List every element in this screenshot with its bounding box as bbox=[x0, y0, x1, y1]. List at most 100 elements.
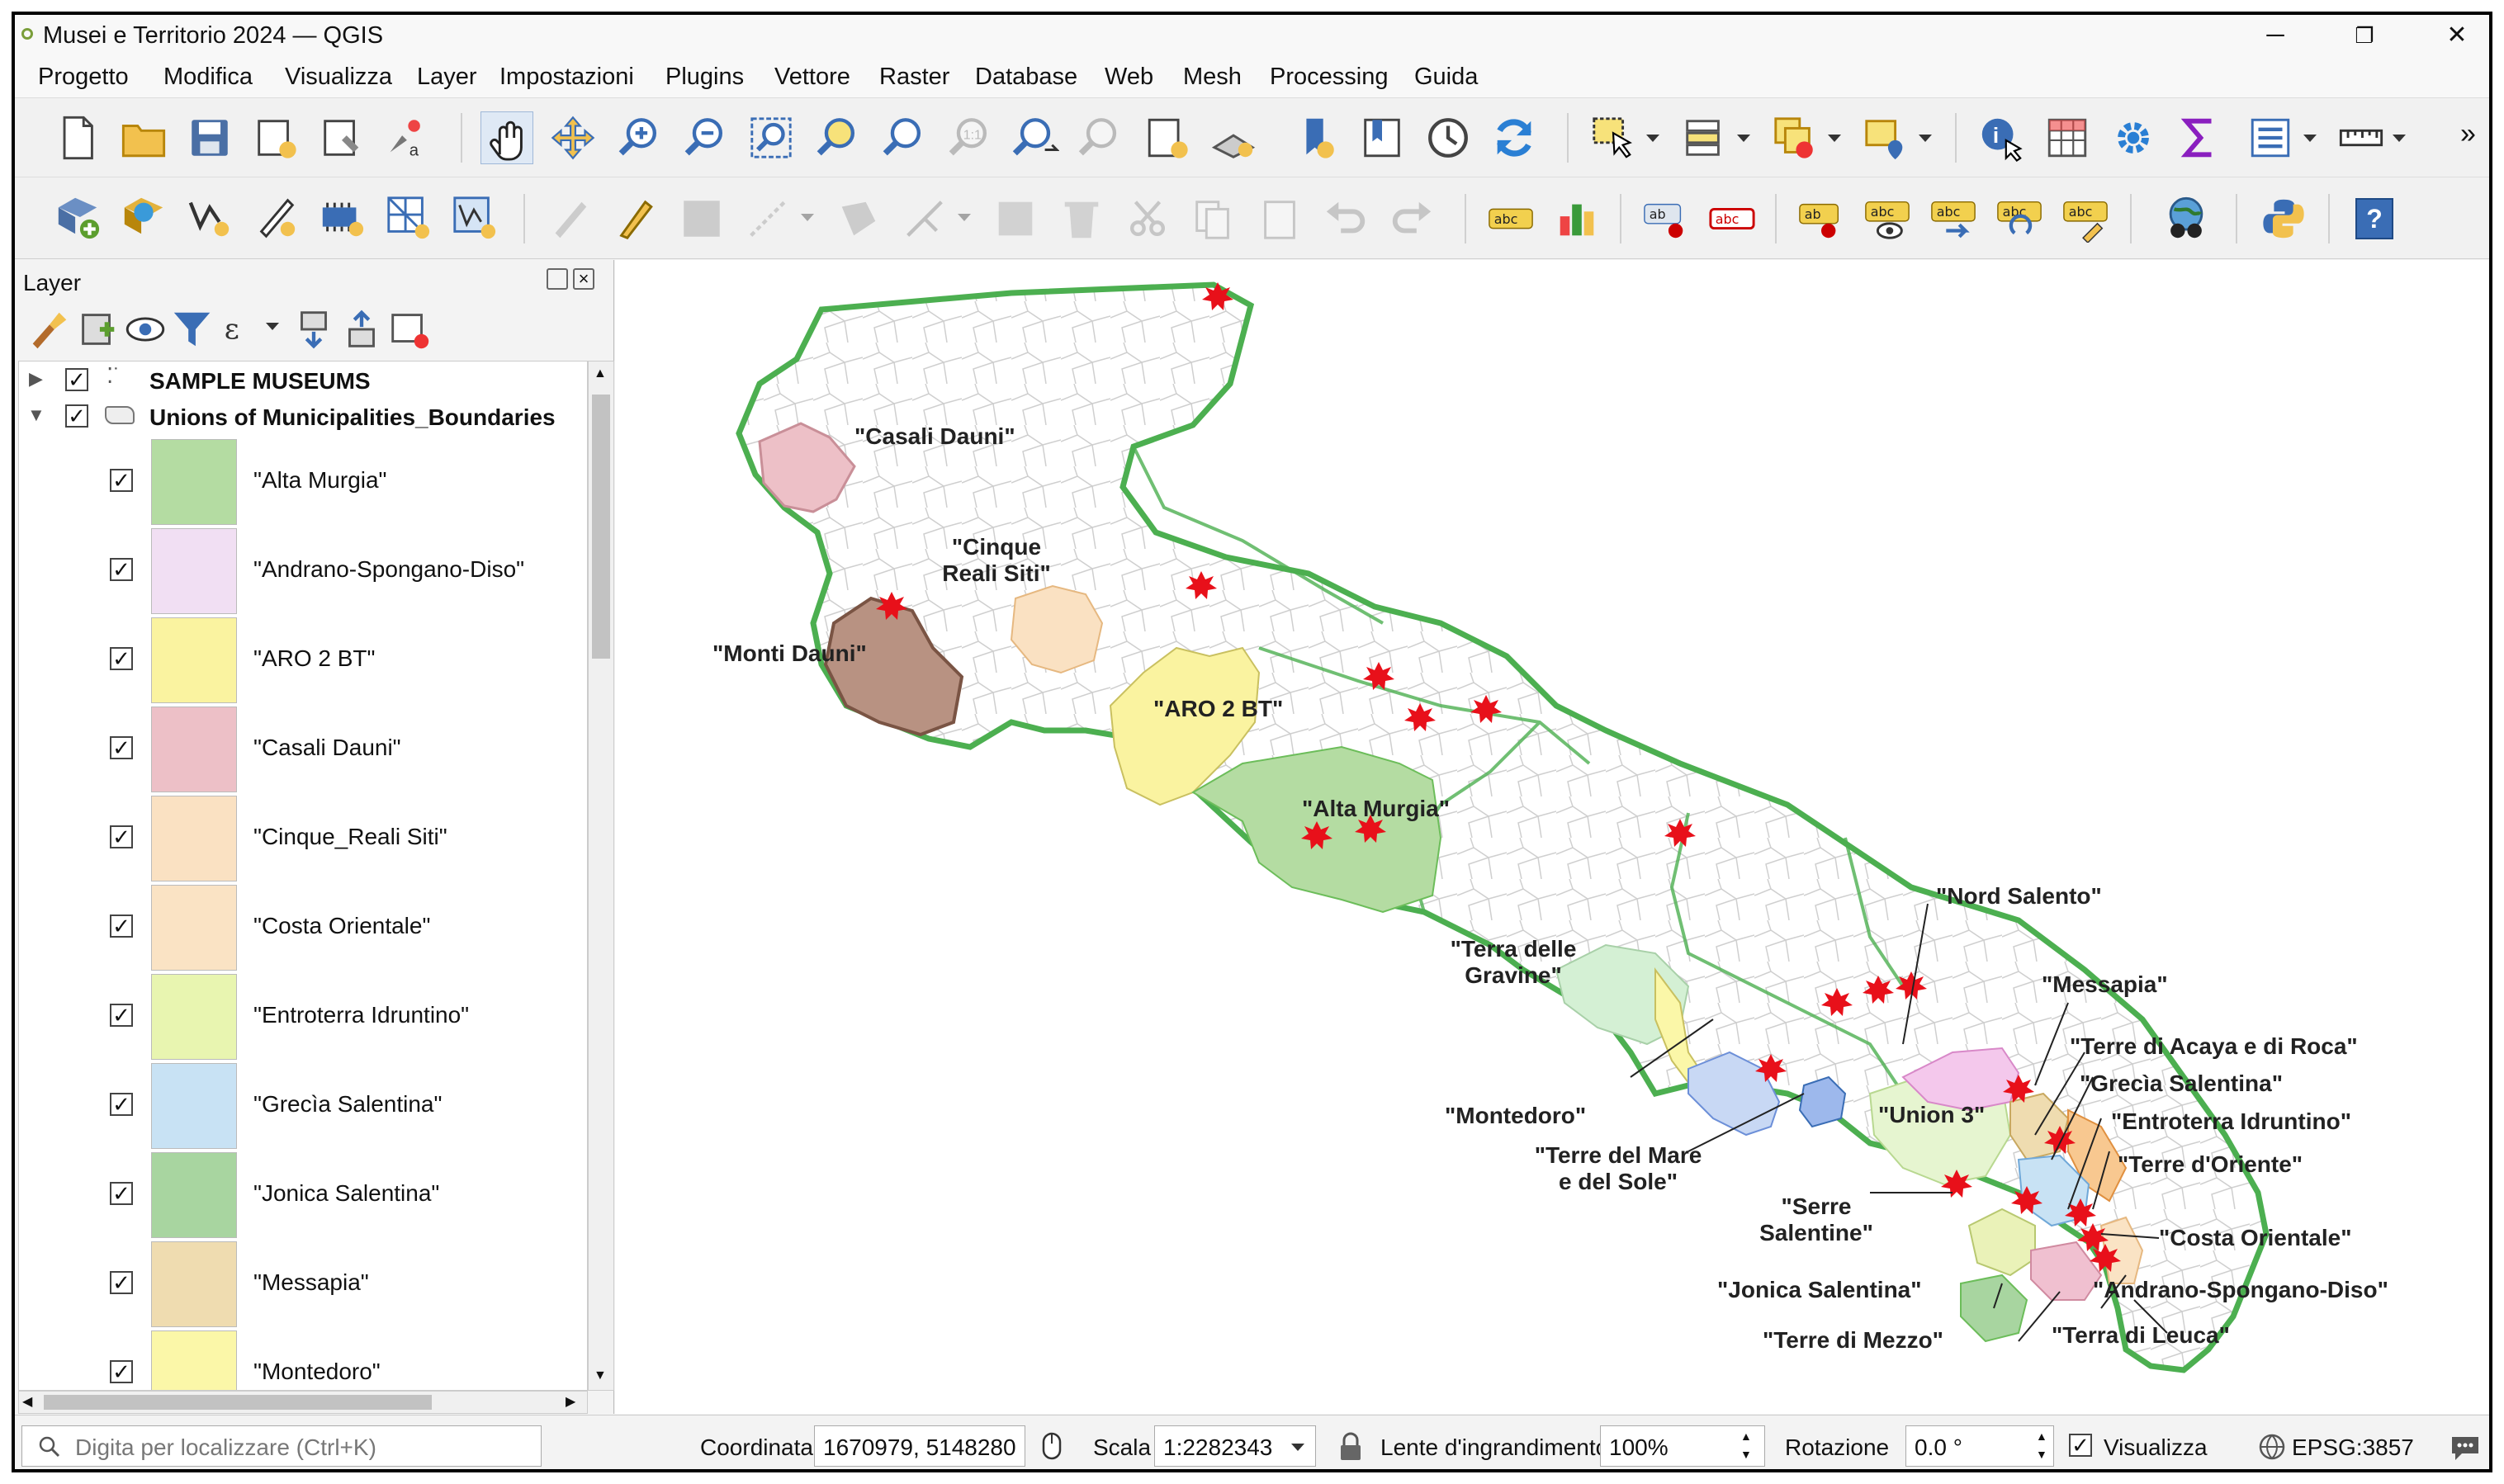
rotation-spinner-icon[interactable]: ▲ ▼ bbox=[2036, 1427, 2047, 1463]
legend-checkbox[interactable]: ✓ bbox=[110, 825, 133, 848]
manage-map-themes-icon[interactable] bbox=[119, 303, 172, 356]
show-bookmarks-icon[interactable] bbox=[1356, 111, 1408, 164]
pan-map-icon[interactable] bbox=[480, 111, 533, 164]
legend-item[interactable]: ✓ "Cinque_Reali Siti" bbox=[19, 794, 587, 883]
chevron-down-icon[interactable] bbox=[1291, 1444, 1304, 1451]
new-shapefile-layer-icon[interactable] bbox=[183, 191, 236, 243]
layer-diagram-options-icon[interactable] bbox=[1550, 192, 1603, 245]
chevron-down-icon[interactable] bbox=[1737, 135, 1750, 142]
add-polygon-icon[interactable] bbox=[832, 192, 885, 245]
pin-unpin-labels-icon[interactable]: ab bbox=[1795, 192, 1848, 245]
legend-item[interactable]: ✓ "Grecìa Salentina" bbox=[19, 1061, 587, 1151]
menu-vettore[interactable]: Vettore bbox=[774, 64, 850, 91]
legend-checkbox[interactable]: ✓ bbox=[110, 469, 133, 492]
legend-item[interactable]: ✓ "Alta Murgia" bbox=[19, 437, 587, 527]
menu-plugins[interactable]: Plugins bbox=[665, 64, 744, 91]
data-source-manager-icon[interactable] bbox=[51, 191, 104, 243]
crs-globe-icon[interactable] bbox=[2257, 1432, 2287, 1462]
scroll-up-icon[interactable]: ▲ bbox=[594, 366, 607, 381]
expand-all-icon[interactable] bbox=[287, 303, 340, 356]
restore-button[interactable]: ❐ bbox=[2340, 18, 2389, 53]
locator-search-input[interactable]: Digita per localizzare (Ctrl+K) bbox=[21, 1425, 542, 1467]
new-bookmark-icon[interactable] bbox=[1290, 111, 1342, 164]
python-console-icon[interactable] bbox=[2257, 192, 2310, 245]
delete-selected-icon[interactable] bbox=[1055, 192, 1108, 245]
copy-features-icon[interactable] bbox=[1187, 192, 1240, 245]
new-virtual-layer-icon[interactable] bbox=[315, 191, 368, 243]
legend-checkbox[interactable]: ✓ bbox=[110, 558, 133, 581]
scroll-left-icon[interactable]: ◀ bbox=[22, 1393, 32, 1410]
magnifier-spinner-icon[interactable]: ▲ ▼ bbox=[1740, 1427, 1752, 1463]
zoom-full-icon[interactable] bbox=[745, 111, 798, 164]
zoom-to-layer-icon[interactable] bbox=[877, 111, 930, 164]
layer-visibility-checkbox[interactable]: ✓ bbox=[65, 368, 88, 391]
zoom-native-icon[interactable]: 1:1 bbox=[943, 111, 996, 164]
style-manager-icon[interactable]: a bbox=[378, 111, 431, 164]
new-project-icon[interactable] bbox=[51, 111, 104, 164]
pan-to-selection-icon[interactable] bbox=[547, 111, 599, 164]
cut-features-icon[interactable] bbox=[1121, 192, 1174, 245]
redo-icon[interactable] bbox=[1385, 192, 1438, 245]
filter-legend-icon[interactable] bbox=[167, 303, 220, 356]
temporal-controller-icon[interactable] bbox=[1422, 111, 1474, 164]
legend-checkbox[interactable]: ✓ bbox=[110, 1004, 133, 1027]
digitize-line-icon[interactable] bbox=[741, 192, 794, 245]
add-group-icon[interactable] bbox=[71, 303, 124, 356]
show-map-tips-icon[interactable] bbox=[2244, 111, 2297, 164]
rotate-label-icon[interactable]: abc bbox=[1993, 192, 2046, 245]
new-geopackage-layer-icon[interactable] bbox=[117, 191, 170, 243]
render-checkbox[interactable]: ✓ bbox=[2069, 1434, 2092, 1457]
layer-tree-vertical-scrollbar[interactable]: ▲ ▼ bbox=[588, 361, 614, 1391]
legend-item[interactable]: ✓ "Jonica Salentina" bbox=[19, 1151, 587, 1240]
identify-features-icon[interactable]: i bbox=[1975, 111, 2028, 164]
close-button[interactable]: ✕ bbox=[2432, 18, 2482, 53]
legend-checkbox[interactable]: ✓ bbox=[110, 736, 133, 759]
new-mesh-layer-icon[interactable] bbox=[381, 191, 434, 243]
menu-processing[interactable]: Processing bbox=[1270, 64, 1388, 91]
legend-checkbox[interactable]: ✓ bbox=[110, 1182, 133, 1205]
scroll-down-icon[interactable]: ▼ bbox=[594, 1368, 607, 1383]
menu-database[interactable]: Database bbox=[975, 64, 1077, 91]
new-print-layout-icon[interactable] bbox=[249, 111, 302, 164]
legend-checkbox[interactable]: ✓ bbox=[110, 915, 133, 938]
toolbox-gear-icon[interactable] bbox=[2107, 111, 2160, 164]
legend-item[interactable]: ✓ "ARO 2 BT" bbox=[19, 616, 587, 705]
statistical-summary-icon[interactable] bbox=[2173, 111, 2226, 164]
map-svg[interactable]: "Casali Dauni" "Cinque Reali Siti" "Mont… bbox=[615, 260, 2489, 1414]
chevron-right-icon[interactable]: ▶ bbox=[29, 368, 43, 390]
move-label-icon[interactable]: abc bbox=[1927, 192, 1980, 245]
menu-modifica[interactable]: Modifica bbox=[163, 64, 253, 91]
undo-icon[interactable] bbox=[1319, 192, 1372, 245]
menu-progetto[interactable]: Progetto bbox=[38, 64, 129, 91]
zoom-to-selection-icon[interactable] bbox=[811, 111, 864, 164]
filter-by-expression-icon[interactable]: ε bbox=[215, 303, 267, 356]
collapse-all-icon[interactable] bbox=[335, 303, 388, 356]
new-3d-map-view-icon[interactable] bbox=[1207, 111, 1260, 164]
remove-layer-icon[interactable] bbox=[383, 303, 436, 356]
paste-features-icon[interactable] bbox=[1253, 192, 1306, 245]
chevron-down-icon[interactable] bbox=[958, 214, 971, 221]
chevron-down-icon[interactable] bbox=[1646, 135, 1659, 142]
zoom-out-icon[interactable] bbox=[679, 111, 731, 164]
zoom-in-icon[interactable] bbox=[613, 111, 665, 164]
legend-item[interactable]: ✓ "Entroterra Idruntino" bbox=[19, 972, 587, 1061]
open-attribute-table-icon[interactable] bbox=[2041, 111, 2094, 164]
menu-web[interactable]: Web bbox=[1105, 64, 1153, 91]
scrollbar-thumb[interactable] bbox=[44, 1395, 432, 1410]
crs-button[interactable]: EPSG:3857 bbox=[2292, 1434, 2414, 1461]
legend-checkbox[interactable]: ✓ bbox=[110, 1271, 133, 1294]
select-by-value-icon[interactable] bbox=[1678, 111, 1730, 164]
chevron-down-icon[interactable] bbox=[266, 323, 279, 330]
select-features-icon[interactable] bbox=[1587, 111, 1640, 164]
help-icon[interactable]: ? bbox=[2348, 192, 2401, 245]
menu-guida[interactable]: Guida bbox=[1414, 64, 1478, 91]
new-temporary-layer-icon[interactable] bbox=[249, 191, 302, 243]
chevron-down-icon[interactable]: ▼ bbox=[27, 404, 45, 426]
quickmapservices-globe-icon[interactable] bbox=[2160, 192, 2213, 245]
legend-item[interactable]: ✓ "Andrano-Spongano-Diso" bbox=[19, 527, 587, 616]
refresh-icon[interactable] bbox=[1488, 111, 1541, 164]
chevron-down-icon[interactable] bbox=[1828, 135, 1841, 142]
chevron-down-icon[interactable] bbox=[2303, 135, 2317, 142]
menu-layer[interactable]: Layer bbox=[417, 64, 477, 91]
chevron-down-icon[interactable] bbox=[801, 214, 814, 221]
